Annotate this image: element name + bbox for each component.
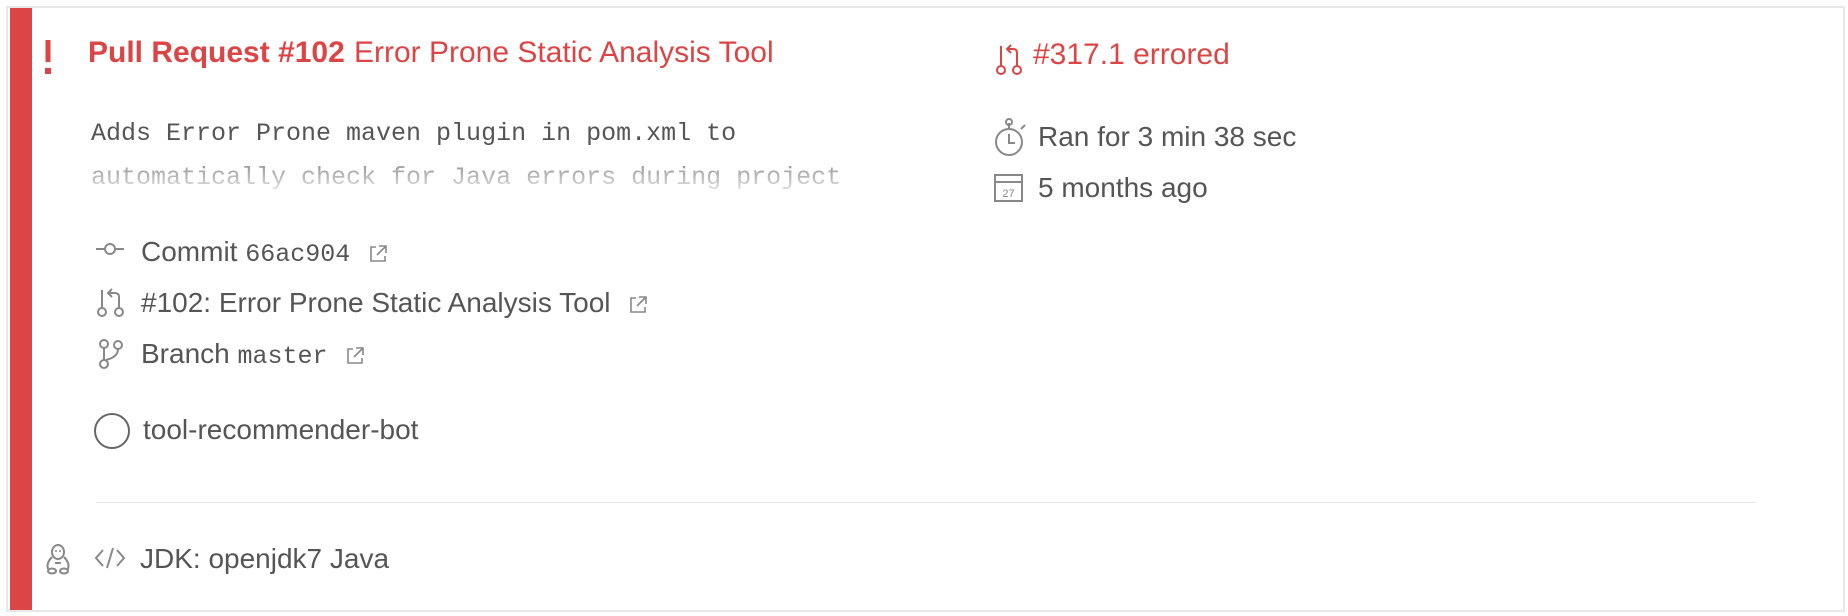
branch-icon [99,339,123,369]
commit-row[interactable]: Commit 66ac904 [141,236,388,269]
divider [96,502,1756,503]
calendar-day: 27 [1002,188,1014,200]
build-number-link[interactable]: #317.1 errored [1033,38,1230,72]
calendar-icon: 27 [994,174,1023,202]
code-brackets-icon [94,547,126,569]
pull-request-text[interactable]: #102: Error Prone Static Analysis Tool [141,287,611,318]
external-link-icon[interactable] [628,295,648,315]
errored-icon [45,40,51,74]
pull-request-icon [97,288,124,317]
branch-row[interactable]: Branch master [141,338,365,371]
job-environment: JDK: openjdk7 Java [140,543,390,574]
avatar [94,413,130,449]
pull-request-row[interactable]: #102: Error Prone Static Analysis Tool [141,287,648,319]
author-name: tool-recommender-bot [143,414,419,445]
branch-name[interactable]: master [238,342,328,371]
linux-tux-icon [46,544,70,575]
commit-message-fade [91,156,911,192]
pull-request-title: Error Prone Static Analysis Tool [354,36,774,69]
commit-icon [96,243,124,255]
branch-label: Branch [141,338,230,369]
external-link-icon[interactable] [368,244,388,264]
stopwatch-icon [995,118,1026,156]
external-link-icon[interactable] [345,346,365,366]
pull-request-link[interactable]: Pull Request #102 [88,36,345,70]
build-duration: Ran for 3 min 38 sec [1038,121,1297,152]
build-finished-time: 5 months ago [1038,172,1208,203]
commit-label: Commit [141,236,238,267]
pull-request-icon [996,44,1022,75]
status-stripe [10,8,32,610]
commit-sha[interactable]: 66ac904 [245,240,350,269]
